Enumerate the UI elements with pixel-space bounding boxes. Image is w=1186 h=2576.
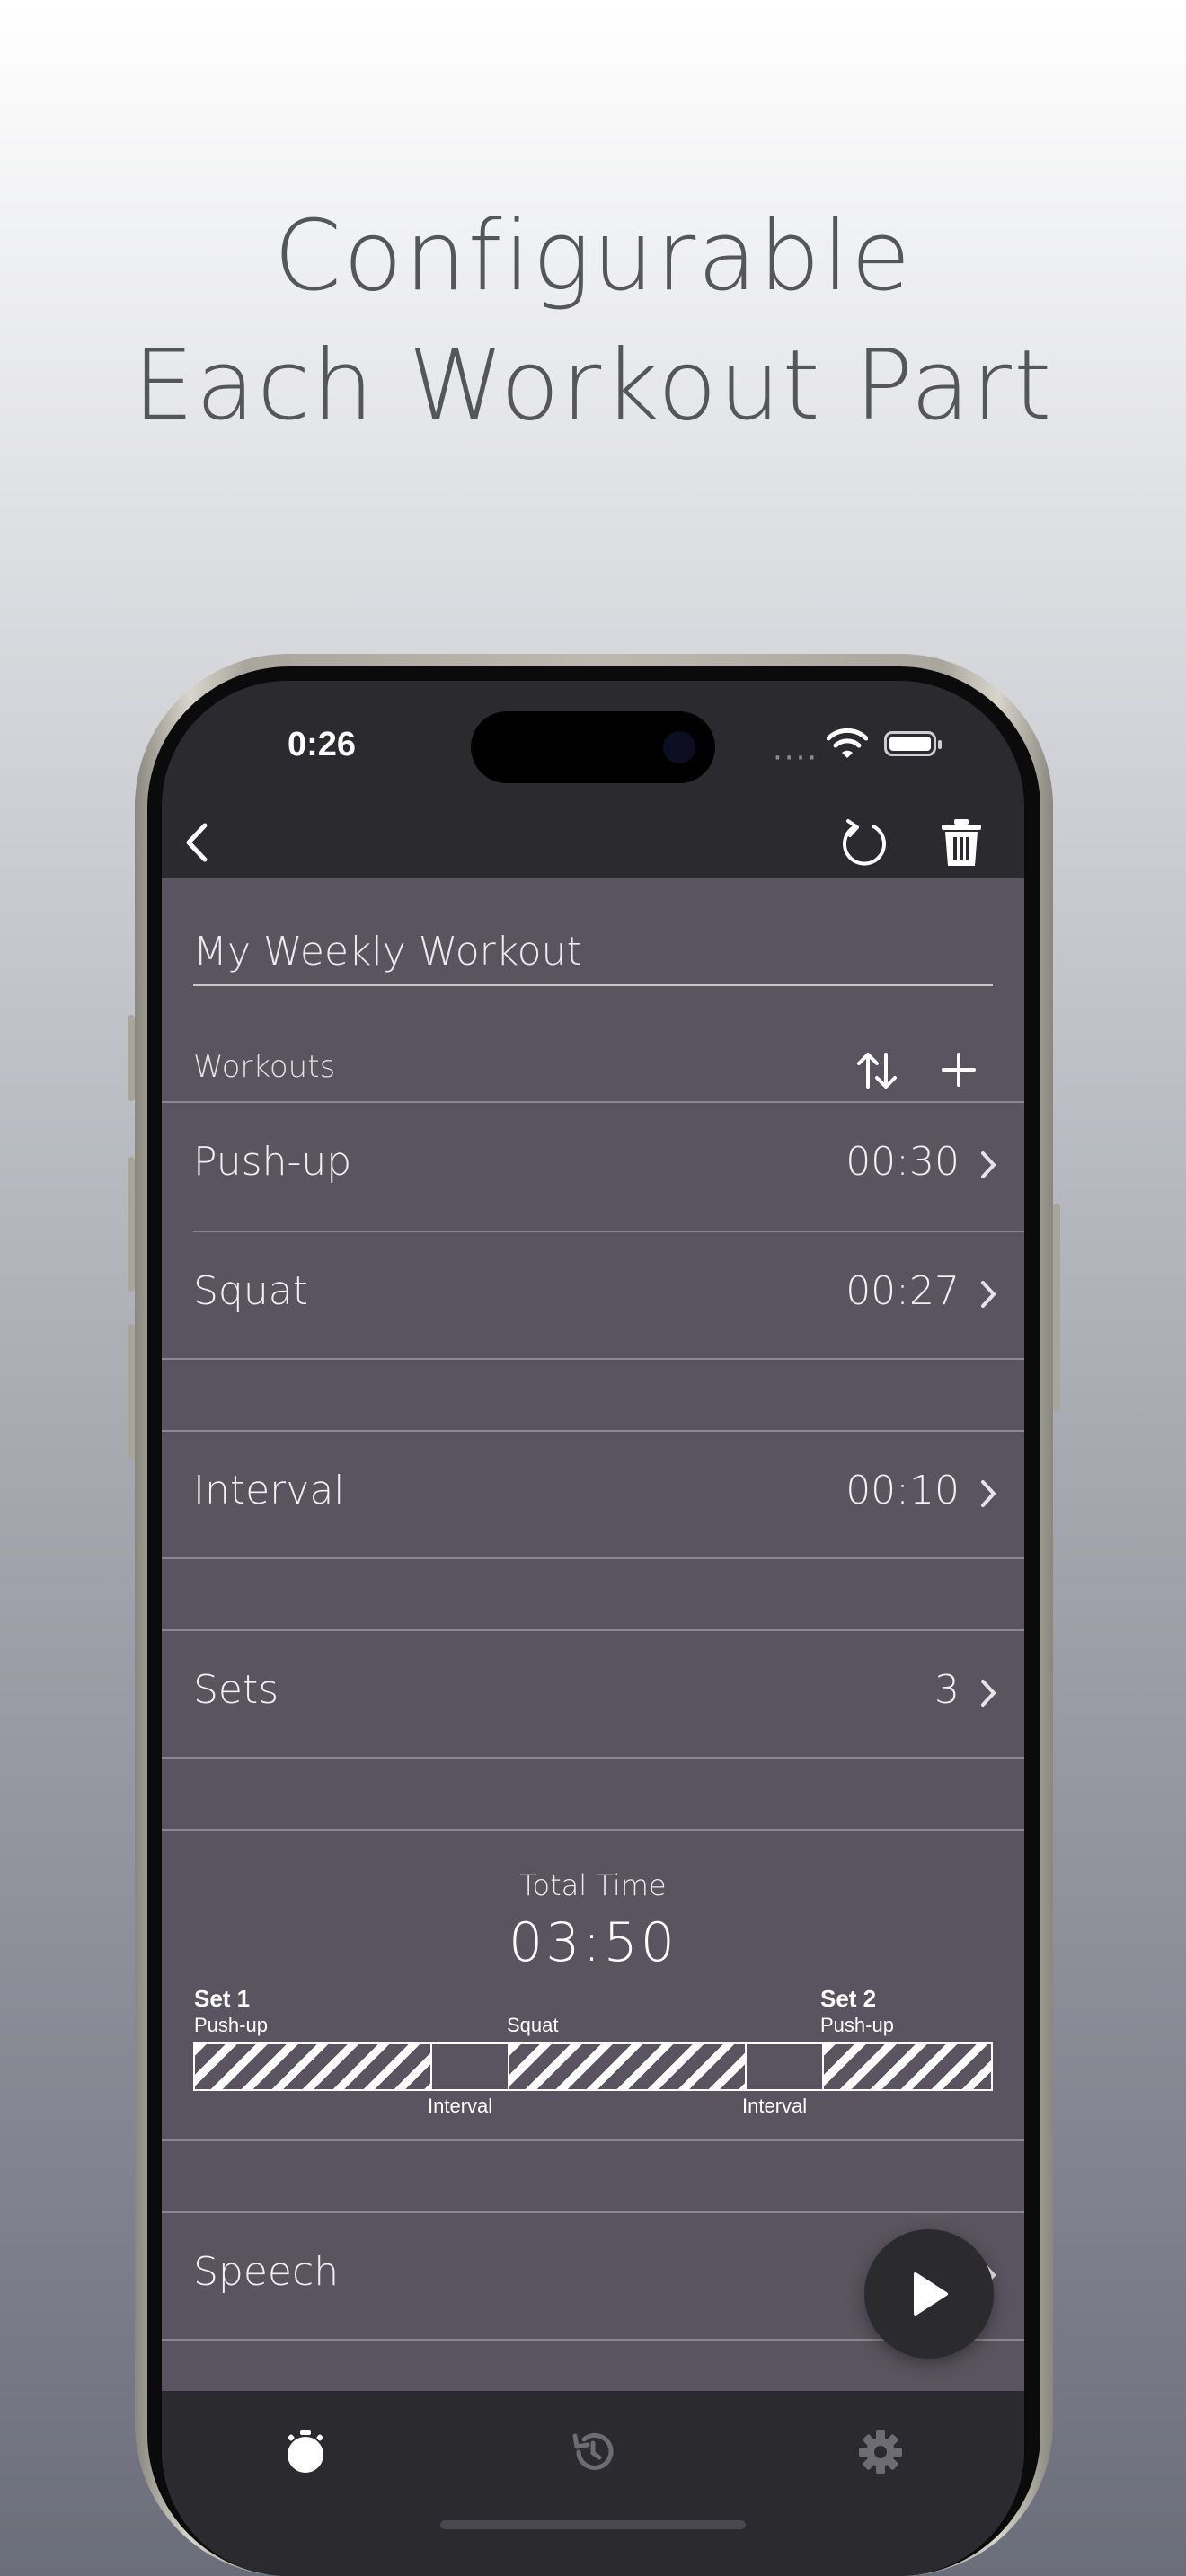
timeline-interval-label: Interval	[742, 2095, 808, 2117]
play-icon	[914, 2272, 948, 2316]
timeline-pushup-label: Push-up	[194, 2014, 268, 2036]
total-time-label: Total Time	[519, 1868, 667, 1902]
signal-dots-icon: ····	[773, 740, 819, 776]
sort-icon[interactable]	[855, 1049, 898, 1092]
camera-icon	[663, 731, 695, 763]
back-icon	[186, 823, 208, 862]
total-time-value: 03:50	[509, 1911, 677, 1974]
headline-line-2: Each Workout Part	[132, 330, 1054, 442]
speech-label: Speech	[193, 2249, 340, 2295]
trash-icon	[942, 819, 981, 866]
volume-down-button	[128, 1324, 135, 1459]
power-button	[1053, 1204, 1060, 1412]
sets-row[interactable]: Sets 3	[162, 1631, 1024, 1759]
sets-value: 3	[934, 1667, 960, 1713]
nav-bar	[162, 807, 1024, 878]
workout-row-squat[interactable]: Squat 00:27	[162, 1232, 1024, 1360]
tab-history[interactable]	[557, 2416, 629, 2488]
workouts-section-header: Workouts	[162, 1040, 1024, 1103]
workout-timeline	[193, 2042, 993, 2091]
timeline-segment-interval	[745, 2044, 824, 2089]
tab-bar	[162, 2391, 1024, 2576]
wifi-icon	[827, 728, 868, 758]
status-bar: 0:26 ····	[162, 681, 1024, 807]
headline-line-1: Configurable	[273, 200, 913, 313]
action-button	[128, 1015, 135, 1101]
phone-screen: 0:26 ···· My Weekly Workout Workouts Pus…	[162, 681, 1024, 2576]
timeline-segment-squat	[509, 2044, 745, 2089]
timeline-pushup2-label: Push-up	[820, 2014, 894, 2036]
timeline-interval-label: Interval	[428, 2095, 493, 2117]
workouts-section-label: Workouts	[193, 1049, 336, 1085]
divider	[162, 1358, 1024, 1360]
tab-timer[interactable]	[270, 2416, 341, 2488]
reset-icon	[843, 819, 886, 866]
reset-button[interactable]	[828, 807, 900, 878]
interval-row[interactable]: Interval 00:10	[162, 1432, 1024, 1559]
home-indicator	[440, 2520, 746, 2529]
dynamic-island	[471, 711, 715, 783]
workout-editor: My Weekly Workout Workouts Push-up 00:30…	[162, 878, 1024, 2391]
add-icon[interactable]	[940, 1051, 978, 1089]
workout-duration: 00:30	[845, 1139, 960, 1185]
sets-label: Sets	[193, 1667, 279, 1713]
workout-name-field[interactable]: My Weekly Workout	[193, 923, 993, 986]
delete-button[interactable]	[925, 807, 997, 878]
divider	[162, 1829, 1024, 1831]
chevron-right-icon	[981, 1281, 996, 1308]
interval-label: Interval	[193, 1468, 345, 1513]
set2-label: Set 2	[820, 1985, 877, 2012]
workout-name: Squat	[193, 1268, 308, 1314]
workout-row-pushup[interactable]: Push-up 00:30	[162, 1103, 1024, 1231]
chevron-right-icon	[981, 1480, 996, 1507]
divider	[162, 1557, 1024, 1559]
interval-value: 00:10	[845, 1468, 960, 1513]
timeline-segment-interval	[430, 2044, 509, 2089]
back-button[interactable]	[162, 807, 234, 878]
chevron-right-icon	[981, 1680, 996, 1707]
timeline-segment-pushup	[195, 2044, 430, 2089]
divider	[162, 2139, 1024, 2141]
timeline-squat-label: Squat	[507, 2014, 559, 2036]
timer-icon	[288, 2430, 323, 2473]
battery-icon	[884, 731, 942, 756]
settings-icon	[859, 2430, 902, 2474]
set1-label: Set 1	[194, 1985, 251, 2012]
play-button[interactable]	[864, 2229, 994, 2359]
tab-settings[interactable]	[845, 2416, 916, 2488]
workout-duration: 00:27	[845, 1268, 960, 1314]
chevron-right-icon	[981, 1151, 996, 1178]
workout-name: Push-up	[193, 1139, 352, 1185]
timeline-segment-pushup	[824, 2044, 991, 2089]
volume-up-button	[128, 1157, 135, 1292]
status-time: 0:26	[288, 726, 357, 763]
divider	[162, 1757, 1024, 1759]
history-icon	[572, 2432, 614, 2470]
